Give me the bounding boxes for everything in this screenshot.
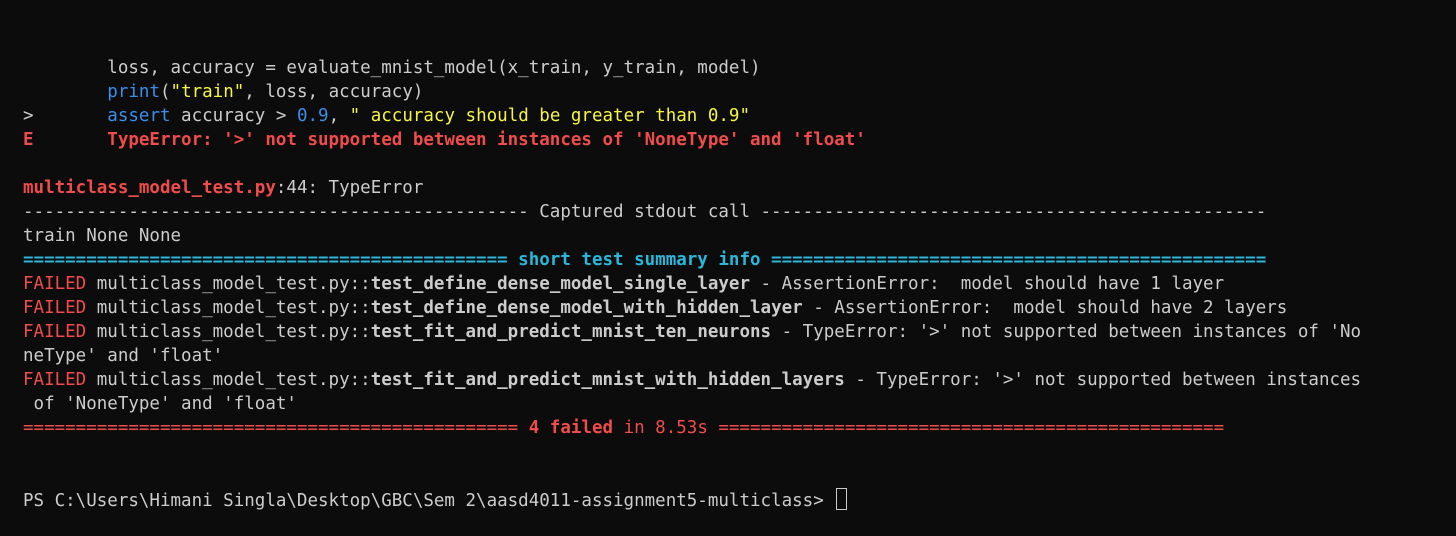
code-line-assert-segment: >	[23, 106, 108, 126]
code-line-print-segment: "train"	[170, 82, 245, 102]
summary-header: ========================================…	[23, 248, 1443, 272]
failed-line-ten-neurons-segment: test_fit_and_predict_mnist_ten_neurons	[370, 322, 772, 342]
error-line-segment: E TypeError: '>' not supported between i…	[23, 130, 866, 150]
code-line-assert-segment: accuracy >	[170, 106, 297, 126]
failed-line-hidden-layers-segment: - TypeError: '>' not supported between i…	[844, 370, 1362, 390]
failed-line-hidden-layer-segment: test_define_dense_model_with_hidden_laye…	[370, 298, 803, 318]
code-line-assert-segment: ,	[328, 106, 350, 126]
failed-line-hidden-layer-segment: FAILED	[23, 298, 87, 318]
captured-stdout-header-segment: ----------------------------------------…	[23, 202, 1267, 222]
prompt-line[interactable]: PS C:\Users\Himani Singla\Desktop\GBC\Se…	[23, 488, 1443, 512]
result-summary-line-segment: in 8.53s	[613, 418, 708, 438]
result-summary-line: ========================================…	[23, 416, 1443, 440]
failed-line-ten-neurons: FAILED multiclass_model_test.py::test_fi…	[23, 320, 1443, 344]
error-line: E TypeError: '>' not supported between i…	[23, 128, 1443, 152]
failed-line-hidden-layers: FAILED multiclass_model_test.py::test_fi…	[23, 368, 1443, 392]
failed-line-hidden-layer-segment: multiclass_model_test.py::	[86, 298, 371, 318]
code-line-print-segment: , loss, accuracy)	[244, 82, 424, 102]
code-line-print-segment: print	[107, 82, 160, 102]
failed-line-ten-neurons-wrap: neType' and 'float'	[23, 344, 1443, 368]
code-line-print-segment	[23, 82, 107, 102]
failed-line-ten-neurons-segment: multiclass_model_test.py::	[86, 322, 371, 342]
code-line-evaluate-segment: loss, accuracy = evaluate_mnist_model(x_…	[23, 58, 761, 78]
stdout-output-line-segment: train None None	[23, 226, 182, 246]
failed-line-single-layer-segment: test_define_dense_model_single_layer	[370, 274, 750, 294]
result-summary-line-segment: 4 failed	[528, 418, 614, 438]
failed-line-single-layer-segment: FAILED	[23, 274, 87, 294]
failed-line-ten-neurons-segment: FAILED	[23, 322, 87, 342]
shell-prompt: PS C:\Users\Himani Singla\Desktop\GBC\Se…	[23, 491, 835, 511]
error-location-line-segment: multiclass_model_test.py	[23, 178, 276, 198]
code-line-assert-segment: " accuracy should be greater than 0.9"	[349, 106, 751, 126]
code-line-assert-segment: assert	[107, 106, 171, 126]
summary-header-segment: ========================================…	[23, 250, 1267, 270]
failed-line-single-layer-segment: - AssertionError: model should have 1 la…	[750, 274, 1225, 294]
failed-line-hidden-layers-segment: FAILED	[23, 370, 87, 390]
code-line-print: print("train", loss, accuracy)	[23, 80, 1443, 104]
code-line-print-segment: (	[159, 82, 171, 102]
code-line-evaluate: loss, accuracy = evaluate_mnist_model(x_…	[23, 56, 1443, 80]
failed-line-hidden-layers-segment: test_fit_and_predict_mnist_with_hidden_l…	[370, 370, 845, 390]
failed-line-single-layer-segment: multiclass_model_test.py::	[86, 274, 371, 294]
terminal-output[interactable]: loss, accuracy = evaluate_mnist_model(x_…	[23, 8, 1443, 536]
code-line-assert-segment: 0.9	[296, 106, 329, 126]
failed-line-single-layer: FAILED multiclass_model_test.py::test_de…	[23, 272, 1443, 296]
stdout-output-line: train None None	[23, 224, 1443, 248]
failed-line-hidden-layer: FAILED multiclass_model_test.py::test_de…	[23, 296, 1443, 320]
terminal-lines: loss, accuracy = evaluate_mnist_model(x_…	[23, 56, 1443, 440]
failed-line-ten-neurons-segment: - TypeError: '>' not supported between i…	[771, 322, 1362, 342]
failed-line-hidden-layers-wrap-segment: of 'NoneType' and 'float'	[23, 394, 297, 414]
error-location-line-segment: :44: TypeError	[275, 178, 424, 198]
failed-line-hidden-layers-wrap: of 'NoneType' and 'float'	[23, 392, 1443, 416]
failed-line-hidden-layer-segment: - AssertionError: model should have 2 la…	[802, 298, 1288, 318]
captured-stdout-header: ----------------------------------------…	[23, 200, 1443, 224]
error-location-line: multiclass_model_test.py:44: TypeError	[23, 176, 1443, 200]
failed-line-hidden-layers-segment: multiclass_model_test.py::	[86, 370, 371, 390]
code-line-assert: > assert accuracy > 0.9, " accuracy shou…	[23, 104, 1443, 128]
result-summary-line-segment: ========================================…	[23, 418, 529, 438]
text-cursor	[836, 488, 848, 510]
failed-line-ten-neurons-wrap-segment: neType' and 'float'	[23, 346, 224, 366]
result-summary-line-segment: ========================================…	[707, 418, 1225, 438]
